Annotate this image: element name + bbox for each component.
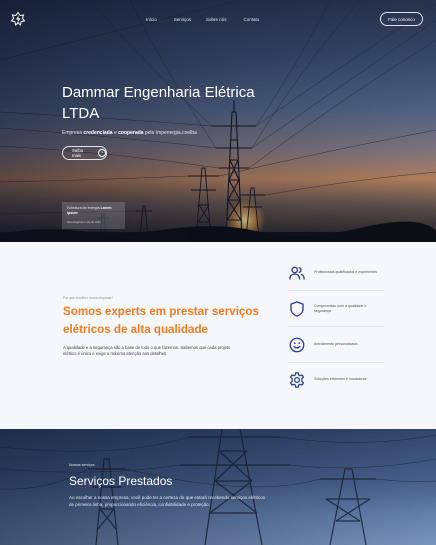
about-text: A qualidade e a segurança são a base de … (63, 345, 231, 357)
contact-button[interactable]: Fale conosco (380, 12, 423, 26)
smile-icon (289, 337, 305, 353)
nav-link-servicos[interactable]: Serviços (174, 17, 191, 22)
company-logo-icon[interactable] (10, 11, 26, 27)
feature-divider (288, 290, 384, 291)
services-text: Ao escolher a nossa empresa, você pode t… (69, 495, 266, 507)
hero-subtitle-bold-credenciada: credenciada (83, 130, 113, 136)
feature-label: Soluções eficientes e inovadoras (314, 377, 367, 382)
about-title: Somos experts em prestar serviços elétri… (63, 305, 259, 336)
hero-card-subtext: Nós atingimos o céu do chão (67, 221, 101, 224)
services-title: Serviços Prestados (69, 474, 173, 488)
feature-item-atendimento: Atendimento personalizado (288, 336, 384, 354)
shield-icon (290, 301, 304, 317)
feature-label: Profissionais qualificados e experientes (314, 270, 377, 275)
nav-link-sobre[interactable]: Sobre nós (206, 17, 227, 22)
hero-subtitle-part: pela Impenergia.coelba (143, 130, 197, 136)
services-section (0, 429, 436, 545)
about-overline: Por que escolher nossa empresa? (63, 296, 114, 300)
gear-icon (289, 372, 305, 388)
saiba-mais-label: Saiba mais (72, 148, 83, 158)
feature-label: Compromisso com a qualidade e segurança (314, 303, 367, 313)
arrow-right-icon: › (98, 149, 106, 157)
nav-link-contato[interactable]: Contato (244, 17, 260, 22)
hero-card-text-part: Extrutura de energia (67, 206, 101, 210)
services-overlay (0, 429, 436, 545)
feature-divider (288, 362, 384, 363)
nav-link-inicio[interactable]: Início (146, 17, 157, 22)
main-nav: Início Serviços Sobre nós Contato (146, 17, 259, 22)
feature-item-qualidade: Compromisso com a qualidade e segurança (288, 300, 384, 318)
feature-item-solucoes: Soluções eficientes e inovadoras (288, 371, 384, 389)
users-icon (289, 266, 305, 280)
feature-divider (288, 326, 384, 327)
saiba-mais-button[interactable]: Saiba mais › (62, 146, 107, 160)
feature-item-profissionais: Profissionais qualificados e experientes (288, 264, 384, 282)
hero-info-card: Extrutura de energia Lorem ipsum Nós ati… (62, 202, 125, 229)
services-overline: Nossos serviços (69, 463, 95, 467)
hero-subtitle-bold-cooperada: cooperada (118, 130, 144, 136)
hero-title: Dammar Engenharia Elétrica LTDA (62, 84, 255, 122)
feature-label: Atendimento personalizado (314, 342, 358, 347)
hero-subtitle-part: Empresa (62, 130, 84, 136)
hero-subtitle: Empresa credenciada e cooperada pela Imp… (62, 130, 197, 136)
hero-card-text: Extrutura de energia Lorem ipsum (67, 206, 120, 216)
